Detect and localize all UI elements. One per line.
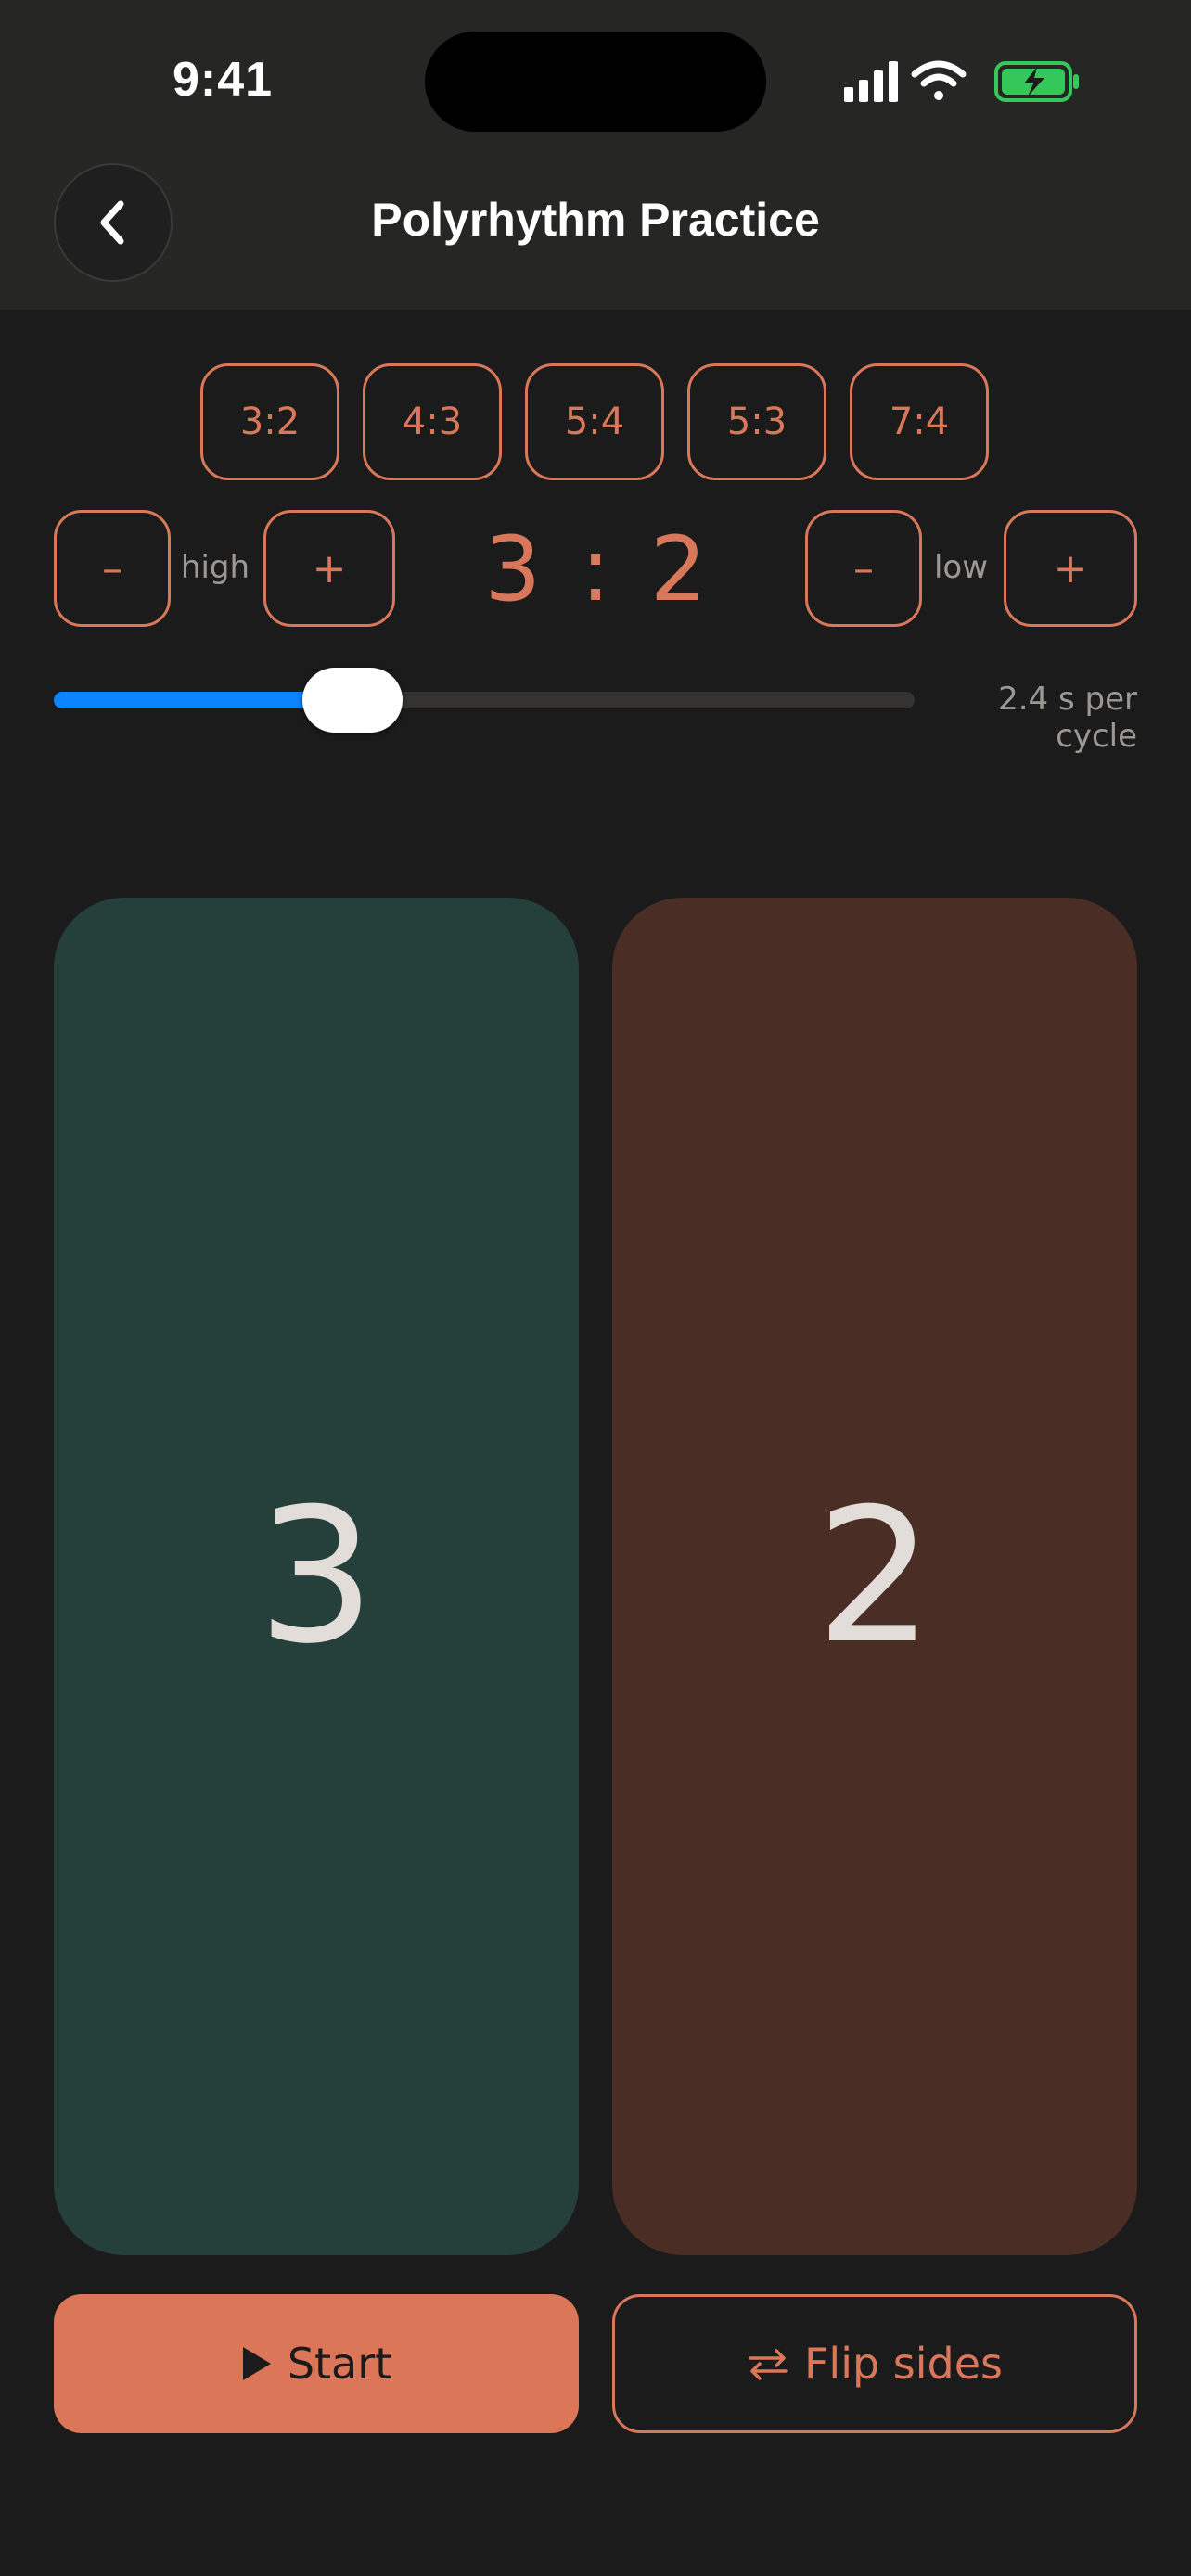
- top-bar: 9:41 Polyrhythm Practice: [0, 0, 1191, 310]
- low-label: low: [933, 549, 989, 586]
- preset-3-2[interactable]: 3:2: [200, 363, 339, 480]
- high-label: high: [180, 549, 250, 586]
- low-pad-count: 2: [815, 1468, 934, 1685]
- ratio-display: 3 : 2: [484, 517, 712, 621]
- preset-5-3[interactable]: 5:3: [687, 363, 826, 480]
- low-decrement-button[interactable]: –: [805, 510, 922, 627]
- cellular-signal-icon: [844, 61, 898, 102]
- tempo-slider-track[interactable]: [54, 692, 915, 708]
- start-label: Start: [287, 2339, 392, 2389]
- high-increment-button[interactable]: +: [263, 510, 395, 627]
- tempo-slider-thumb[interactable]: [302, 668, 403, 733]
- page-title: Polyrhythm Practice: [371, 194, 820, 246]
- high-pad[interactable]: 3: [54, 898, 579, 2255]
- status-time: 9:41: [173, 53, 274, 107]
- swap-arrows-icon: [749, 2349, 788, 2380]
- preset-4-3[interactable]: 4:3: [363, 363, 502, 480]
- low-increment-button[interactable]: +: [1004, 510, 1137, 627]
- flip-label: Flip sides: [803, 2339, 1004, 2389]
- play-icon: [242, 2347, 271, 2380]
- tempo-readout: 2.4 s per cycle: [998, 681, 1137, 755]
- battery-icon: [994, 61, 1079, 102]
- dynamic-island: [425, 32, 766, 132]
- high-pad-count: 3: [257, 1468, 376, 1685]
- low-pad[interactable]: 2: [612, 898, 1137, 2255]
- start-button[interactable]: Start: [54, 2294, 579, 2433]
- flip-sides-button[interactable]: Flip sides: [612, 2294, 1137, 2433]
- high-decrement-button[interactable]: –: [54, 510, 171, 627]
- preset-7-4[interactable]: 7:4: [850, 363, 989, 480]
- wifi-icon: [911, 60, 967, 100]
- preset-5-4[interactable]: 5:4: [525, 363, 664, 480]
- status-icons: [844, 60, 1079, 102]
